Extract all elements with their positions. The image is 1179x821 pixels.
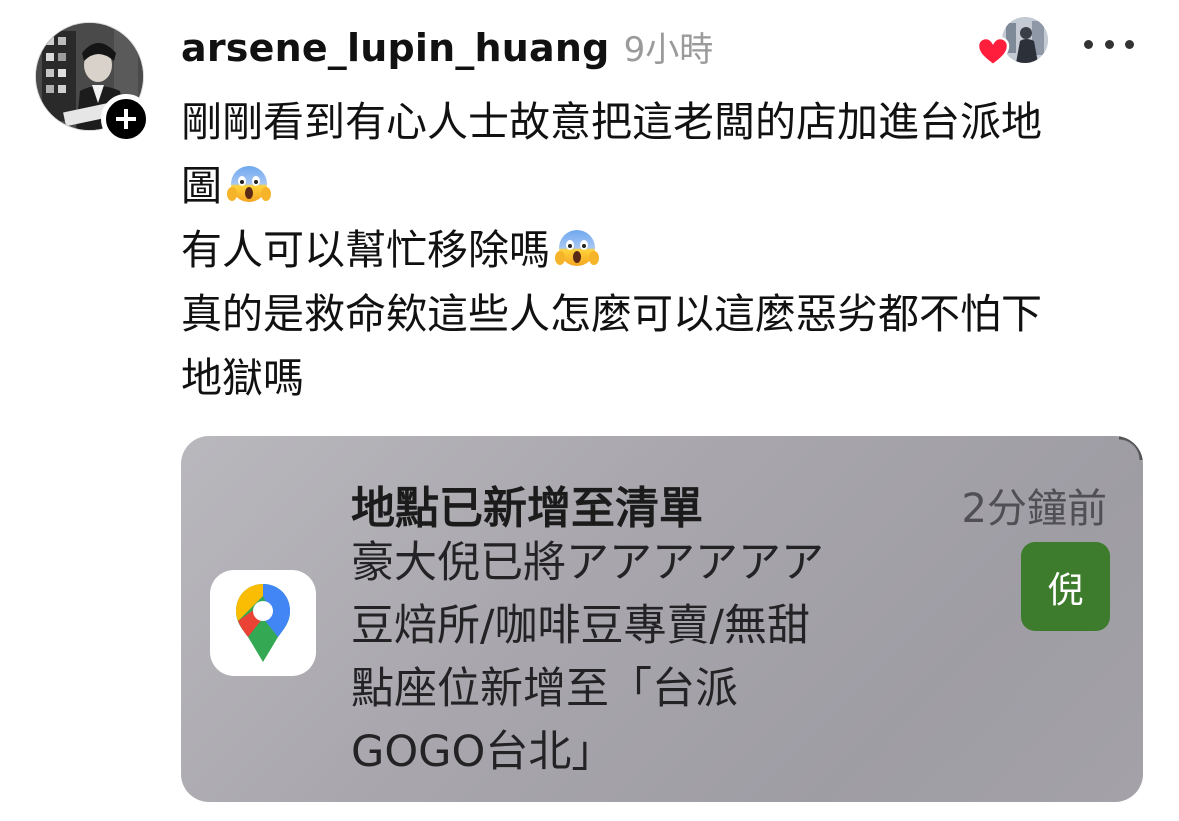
post-line-text: 真的是救命欸這些人怎麼可以這麼惡劣都不怕下	[181, 290, 1042, 338]
post-line-text: 有人可以幫忙移除嗎	[181, 226, 550, 274]
post-line: 地獄嗎	[181, 346, 1131, 410]
notification-title: 地點已新增至清單	[351, 483, 703, 534]
post-line-text: 圖	[181, 162, 222, 210]
post-line: 有人可以幫忙移除嗎	[181, 218, 1131, 282]
notification-body-line: 豪大倪已將アアアアアア	[351, 538, 824, 588]
post-line: 剛剛看到有心人士故意把這老闆的店加進台派地	[181, 90, 1131, 154]
face-screaming-in-fear-icon	[227, 166, 271, 202]
post-line-text: 剛剛看到有心人士故意把這老闆的店加進台派地	[181, 98, 1042, 146]
google-maps-icon	[210, 570, 316, 676]
attached-image-notification[interactable]: 地點已新增至清單 2分鐘前 豪大倪已將アアアアアア 豆焙所/咖啡豆專賣/無甜 點…	[181, 436, 1143, 802]
more-options-button[interactable]	[1084, 26, 1134, 62]
follow-button[interactable]	[101, 94, 151, 144]
post-header: arsene_lupin_huang 9小時	[181, 22, 713, 71]
heart-icon	[976, 36, 1010, 67]
notification-time: 2分鐘前	[961, 486, 1107, 532]
face-screaming-in-fear-icon	[555, 230, 599, 266]
liked-by-indicator[interactable]	[976, 17, 1050, 73]
username[interactable]: arsene_lupin_huang	[181, 26, 610, 70]
more-dot-icon	[1104, 39, 1114, 49]
post-line: 真的是救命欸這些人怎麼可以這麼惡劣都不怕下	[181, 282, 1131, 346]
threads-post: arsene_lupin_huang 9小時 剛剛看到有心人士故意把這老闆的店加…	[0, 0, 1179, 821]
more-dot-icon	[1084, 39, 1093, 49]
contact-thumbnail: 倪	[1021, 542, 1110, 631]
notification-body-line: 點座位新增至「台派	[351, 664, 738, 714]
notification-body-line: GOGO台北」	[351, 727, 615, 777]
plus-icon	[116, 109, 136, 129]
notification-body-line: 豆焙所/咖啡豆專賣/無甜	[351, 601, 810, 651]
post-timestamp: 9小時	[623, 30, 714, 70]
post-line: 圖	[181, 154, 1131, 218]
notification-body: 豪大倪已將アアアアアア 豆焙所/咖啡豆專賣/無甜 點座位新增至「台派 GOGO台…	[351, 532, 961, 784]
more-dot-icon	[1125, 39, 1134, 49]
post-line-text: 地獄嗎	[181, 354, 304, 402]
post-body: 剛剛看到有心人士故意把這老闆的店加進台派地 圖 有人可以幫忙移除嗎 真的是救命欸…	[181, 90, 1131, 410]
